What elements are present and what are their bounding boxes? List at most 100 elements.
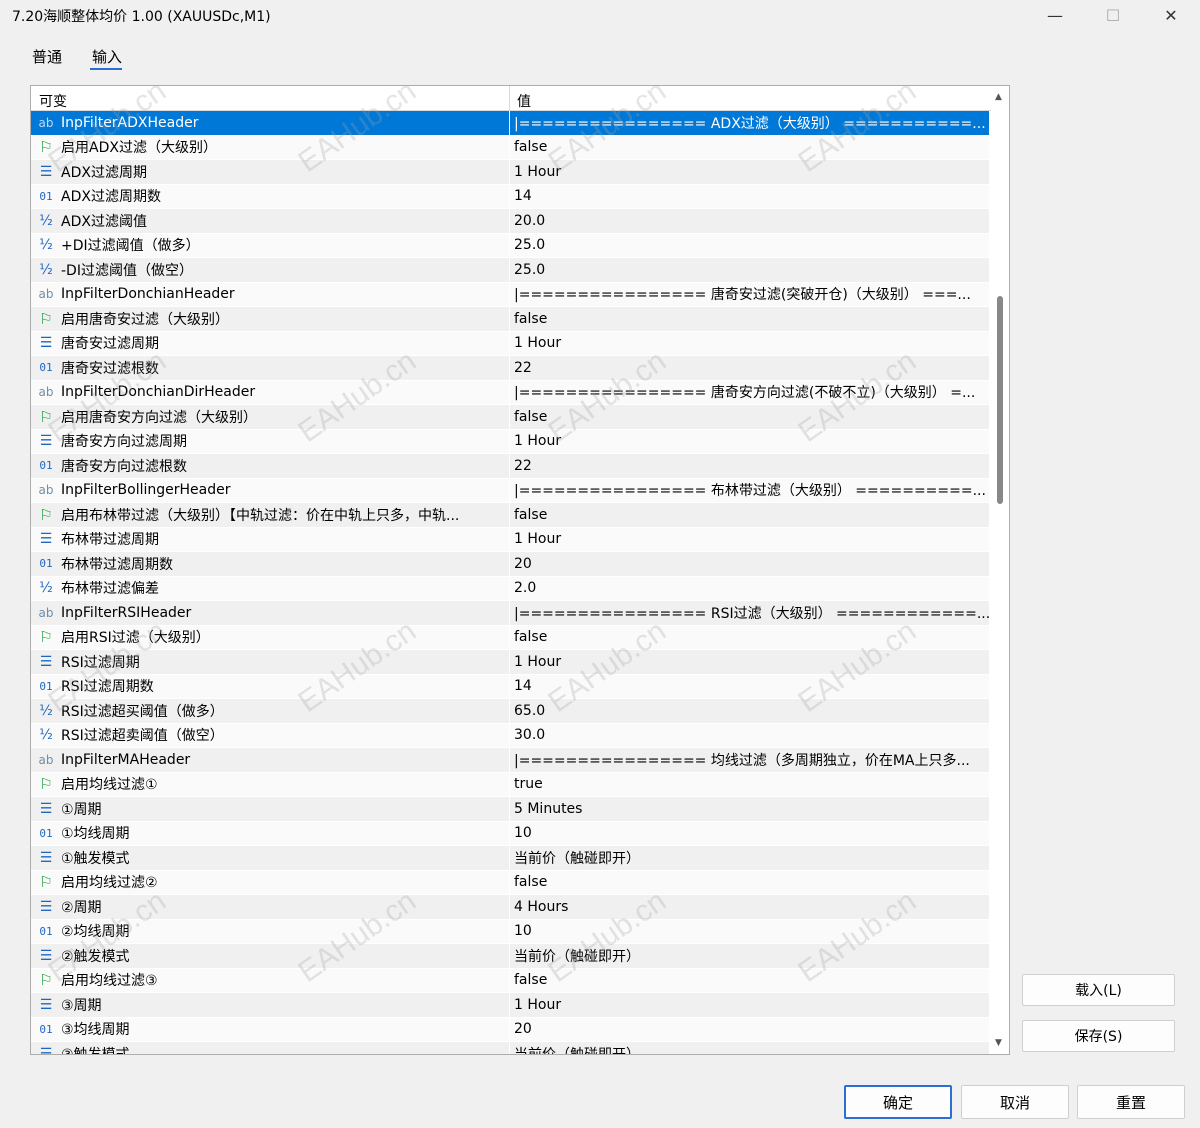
param-value-cell[interactable]: 10 (509, 821, 989, 845)
param-row[interactable]: ½ RSI过滤超卖阈值（做空） 30.0 (31, 723, 989, 748)
param-row[interactable]: ab InpFilterBollingerHeader |=============… (31, 478, 989, 503)
param-name-cell[interactable]: ab InpFilterBollingerHeader (31, 478, 509, 502)
param-value-cell[interactable]: 20.0 (509, 209, 989, 233)
param-name-cell[interactable]: ⚐ 启用RSI过滤（大级别） (31, 625, 509, 649)
param-name-cell[interactable]: ⚐ 启用均线过滤③ (31, 968, 509, 992)
param-row[interactable]: ☰ RSI过滤周期 1 Hour (31, 650, 989, 675)
param-value-cell[interactable]: 1 Hour (509, 650, 989, 674)
param-row[interactable]: ½ +DI过滤阈值（做多） 25.0 (31, 233, 989, 258)
param-name-cell[interactable]: ☰ ③周期 (31, 993, 509, 1017)
param-value-cell[interactable]: |================ RSI过滤（大级别） ===========… (509, 601, 989, 625)
param-name-cell[interactable]: 01 唐奇安过滤根数 (31, 356, 509, 380)
param-value-cell[interactable]: 20 (509, 552, 989, 576)
param-name-cell[interactable]: ☰ RSI过滤周期 (31, 650, 509, 674)
param-value-cell[interactable]: 1 Hour (509, 527, 989, 551)
param-name-cell[interactable]: ab InpFilterMAHeader (31, 748, 509, 772)
param-name-cell[interactable]: ☰ ②周期 (31, 895, 509, 919)
scrollbar-thumb[interactable] (997, 296, 1003, 504)
param-name-cell[interactable]: ⚐ 启用均线过滤① (31, 772, 509, 796)
param-name-cell[interactable]: 01 布林带过滤周期数 (31, 552, 509, 576)
param-row[interactable]: ⚐ 启用均线过滤① true (31, 772, 989, 797)
param-row[interactable]: 01 ②均线周期 10 (31, 919, 989, 944)
param-row[interactable]: ½ -DI过滤阈值（做空） 25.0 (31, 258, 989, 283)
param-row[interactable]: ⚐ 启用均线过滤③ false (31, 968, 989, 993)
param-value-cell[interactable]: 1 Hour (509, 993, 989, 1017)
param-value-cell[interactable]: 当前价（触碰即开） (509, 1042, 989, 1054)
param-value-cell[interactable]: 1 Hour (509, 160, 989, 184)
param-row[interactable]: ☰ 布林带过滤周期 1 Hour (31, 527, 989, 552)
param-name-cell[interactable]: ⚐ 启用均线过滤② (31, 870, 509, 894)
param-row[interactable]: ☰ ADX过滤周期 1 Hour (31, 160, 989, 185)
param-name-cell[interactable]: 01 ③均线周期 (31, 1017, 509, 1041)
param-value-cell[interactable]: 25.0 (509, 233, 989, 257)
param-value-cell[interactable]: |================ ADX过滤（大级别） ===========… (509, 111, 989, 135)
param-value-cell[interactable]: false (509, 968, 989, 992)
param-name-cell[interactable]: ☰ ②触发模式 (31, 944, 509, 968)
param-name-cell[interactable]: ½ ADX过滤阈值 (31, 209, 509, 233)
save-button[interactable]: 保存(S) (1022, 1020, 1175, 1052)
maximize-button[interactable]: ☐ (1084, 0, 1142, 30)
minimize-button[interactable]: — (1026, 0, 1084, 30)
tab-general[interactable]: 普通 (32, 46, 62, 67)
param-value-cell[interactable]: false (509, 503, 989, 527)
param-row[interactable]: ab InpFilterRSIHeader |================ RS… (31, 601, 989, 626)
param-row[interactable]: ☰ ③周期 1 Hour (31, 993, 989, 1018)
param-value-cell[interactable]: 20 (509, 1017, 989, 1041)
param-name-cell[interactable]: ☰ ①周期 (31, 797, 509, 821)
param-row[interactable]: ½ 布林带过滤偏差 2.0 (31, 576, 989, 601)
param-value-cell[interactable]: 14 (509, 674, 989, 698)
param-value-cell[interactable]: true (509, 772, 989, 796)
param-row[interactable]: 01 ①均线周期 10 (31, 821, 989, 846)
param-row[interactable]: ⚐ 启用布林带过滤（大级别）【中轨过滤：价在中轨上只多，中轨... false (31, 503, 989, 528)
param-row[interactable]: ☰ ③触发模式 当前价（触碰即开） (31, 1042, 989, 1054)
param-name-cell[interactable]: ☰ ③触发模式 (31, 1042, 509, 1054)
param-row[interactable]: ☰ ①触发模式 当前价（触碰即开） (31, 846, 989, 871)
param-row[interactable]: ☰ 唐奇安方向过滤周期 1 Hour (31, 429, 989, 454)
param-row[interactable]: ⚐ 启用ADX过滤（大级别） false (31, 135, 989, 160)
cancel-button[interactable]: 取消 (961, 1085, 1069, 1119)
param-name-cell[interactable]: 01 ②均线周期 (31, 919, 509, 943)
param-value-cell[interactable]: 2.0 (509, 576, 989, 600)
scroll-up-arrow-icon[interactable]: ▲ (995, 92, 1002, 102)
param-name-cell[interactable]: ½ RSI过滤超买阈值（做多） (31, 699, 509, 723)
param-row[interactable]: ☰ ①周期 5 Minutes (31, 797, 989, 822)
param-value-cell[interactable]: 14 (509, 184, 989, 208)
param-name-cell[interactable]: ab InpFilterDonchianHeader (31, 282, 509, 306)
param-row[interactable]: ⚐ 启用RSI过滤（大级别） false (31, 625, 989, 650)
param-name-cell[interactable]: ½ RSI过滤超卖阈值（做空） (31, 723, 509, 747)
param-value-cell[interactable]: 4 Hours (509, 895, 989, 919)
param-value-cell[interactable]: |================ 均线过滤（多周期独立，价在MA上只多... (509, 748, 989, 772)
param-value-cell[interactable]: 1 Hour (509, 429, 989, 453)
param-value-cell[interactable]: 30.0 (509, 723, 989, 747)
param-row[interactable]: ⚐ 启用唐奇安过滤（大级别） false (31, 307, 989, 332)
param-value-cell[interactable]: 22 (509, 356, 989, 380)
scroll-down-arrow-icon[interactable]: ▼ (995, 1038, 1002, 1048)
param-value-cell[interactable]: 25.0 (509, 258, 989, 282)
param-row[interactable]: ⚐ 启用均线过滤② false (31, 870, 989, 895)
param-row[interactable]: ⚐ 启用唐奇安方向过滤（大级别） false (31, 405, 989, 430)
column-header-variable[interactable]: 可变 (39, 91, 67, 111)
param-name-cell[interactable]: ⚐ 启用唐奇安方向过滤（大级别） (31, 405, 509, 429)
param-row[interactable]: 01 唐奇安过滤根数 22 (31, 356, 989, 381)
param-name-cell[interactable]: ⚐ 启用ADX过滤（大级别） (31, 135, 509, 159)
param-value-cell[interactable]: 1 Hour (509, 331, 989, 355)
param-name-cell[interactable]: ab InpFilterRSIHeader (31, 601, 509, 625)
param-value-cell[interactable]: 当前价（触碰即开） (509, 846, 989, 870)
param-row[interactable]: ☰ ②触发模式 当前价（触碰即开） (31, 944, 989, 969)
param-name-cell[interactable]: ⚐ 启用唐奇安过滤（大级别） (31, 307, 509, 331)
param-row[interactable]: ab InpFilterMAHeader |================ 均线过… (31, 748, 989, 773)
param-row[interactable]: 01 ③均线周期 20 (31, 1017, 989, 1042)
param-name-cell[interactable]: ☰ ADX过滤周期 (31, 160, 509, 184)
param-name-cell[interactable]: 01 ADX过滤周期数 (31, 184, 509, 208)
param-row[interactable]: ab InpFilterDonchianHeader |==============… (31, 282, 989, 307)
param-name-cell[interactable]: ☰ 唐奇安过滤周期 (31, 331, 509, 355)
param-value-cell[interactable]: 10 (509, 919, 989, 943)
param-value-cell[interactable]: 当前价（触碰即开） (509, 944, 989, 968)
param-name-cell[interactable]: ⚐ 启用布林带过滤（大级别）【中轨过滤：价在中轨上只多，中轨... (31, 503, 509, 527)
param-name-cell[interactable]: ab InpFilterADXHeader (31, 111, 509, 135)
param-value-cell[interactable]: 65.0 (509, 699, 989, 723)
param-row[interactable]: 01 ADX过滤周期数 14 (31, 184, 989, 209)
param-value-cell[interactable]: false (509, 307, 989, 331)
param-value-cell[interactable]: false (509, 405, 989, 429)
column-separator[interactable] (509, 86, 510, 111)
